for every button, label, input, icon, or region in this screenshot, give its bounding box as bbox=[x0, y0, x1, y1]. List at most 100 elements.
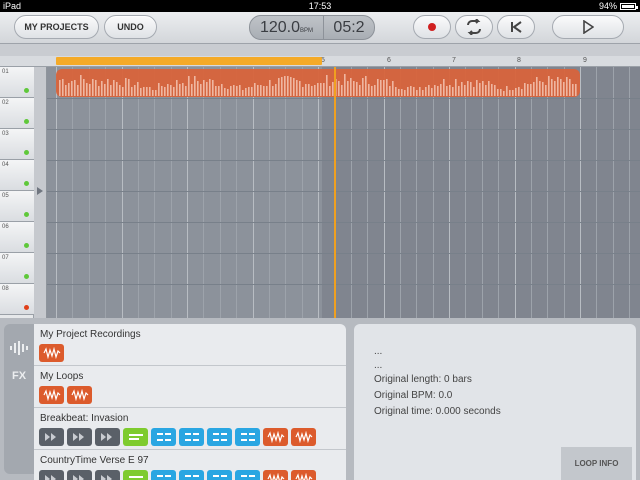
library-side-tabs: FX bbox=[4, 324, 34, 474]
grid-line bbox=[580, 67, 581, 318]
drum-icon bbox=[100, 433, 112, 441]
original-bpm: Original BPM: 0.0 bbox=[374, 390, 453, 401]
grid-line bbox=[154, 67, 155, 318]
track-header[interactable]: 05 bbox=[0, 191, 34, 222]
tempo-unit: BPM bbox=[300, 28, 314, 34]
loop-tile[interactable] bbox=[207, 428, 232, 446]
grid-line bbox=[515, 67, 516, 318]
keys-icon bbox=[184, 475, 199, 477]
track-led bbox=[24, 243, 29, 248]
grid-line bbox=[433, 67, 434, 318]
waveform-icon bbox=[59, 74, 577, 96]
bar-number: 6 bbox=[387, 57, 391, 64]
bottom-panel: FX My Project Recordings My Loops Breakb… bbox=[0, 318, 640, 480]
grid-line bbox=[482, 67, 483, 318]
section-title: Breakbeat: Invasion bbox=[40, 413, 129, 424]
battery-status: 94% bbox=[599, 0, 638, 12]
bar-number: 7 bbox=[452, 57, 456, 64]
track-area[interactable]: 01 02 03 04 05 06 07 08 bbox=[0, 67, 640, 318]
loop-button[interactable] bbox=[455, 15, 493, 39]
track-header[interactable]: 01 bbox=[0, 67, 34, 98]
clock: 17:53 bbox=[308, 1, 332, 11]
status-bar: iPad 17:53 94% bbox=[0, 0, 640, 12]
rewind-button[interactable] bbox=[497, 15, 535, 39]
library-section[interactable]: My Loops bbox=[34, 366, 346, 408]
track-number: 06 bbox=[2, 224, 9, 230]
loop-tile[interactable] bbox=[95, 470, 120, 480]
my-projects-button[interactable]: MY PROJECTS bbox=[14, 15, 99, 39]
loop-tile[interactable] bbox=[39, 344, 64, 362]
track-row-divider bbox=[47, 160, 640, 161]
loop-tile[interactable] bbox=[67, 470, 92, 480]
loop-tile[interactable] bbox=[179, 470, 204, 480]
drum-icon bbox=[72, 475, 84, 480]
library-section[interactable]: CountryTime Verse E 97 bbox=[34, 450, 346, 480]
section-title: CountryTime Verse E 97 bbox=[40, 455, 149, 466]
track-row-divider bbox=[47, 222, 640, 223]
track-header[interactable]: 04 bbox=[0, 160, 34, 191]
waveform-tab-icon bbox=[10, 341, 28, 355]
loop-tile[interactable] bbox=[39, 386, 64, 404]
grid-line bbox=[596, 67, 597, 318]
keys-icon bbox=[184, 433, 199, 441]
loop-tile[interactable] bbox=[67, 428, 92, 446]
track-row-divider bbox=[47, 191, 640, 192]
fx-tab[interactable]: FX bbox=[4, 362, 34, 390]
bar-number: 9 bbox=[583, 57, 587, 64]
track-number: 05 bbox=[2, 193, 9, 199]
grid-line bbox=[400, 67, 401, 318]
transport-display[interactable]: 120.0BPM 05:2 bbox=[249, 15, 375, 40]
loop-tile[interactable] bbox=[179, 428, 204, 446]
loop-tile[interactable] bbox=[291, 428, 316, 446]
track-header[interactable]: 02 bbox=[0, 98, 34, 129]
audio-clip[interactable] bbox=[56, 69, 580, 97]
grid-line bbox=[302, 67, 303, 318]
track-led bbox=[24, 305, 29, 310]
keys-icon bbox=[212, 433, 227, 441]
loop-tile[interactable] bbox=[39, 470, 64, 480]
grid-line bbox=[531, 67, 532, 318]
undo-button[interactable]: UNDO bbox=[104, 15, 157, 39]
loop-tile[interactable] bbox=[151, 470, 176, 480]
loop-tile[interactable] bbox=[67, 386, 92, 404]
loop-tile[interactable] bbox=[123, 428, 148, 446]
keys-icon bbox=[156, 475, 171, 477]
loop-tile[interactable] bbox=[151, 428, 176, 446]
track-header[interactable]: 06 bbox=[0, 222, 34, 253]
grid-line bbox=[564, 67, 565, 318]
audio-wave-icon bbox=[294, 473, 312, 480]
loop-tile[interactable] bbox=[235, 428, 260, 446]
track-number: 01 bbox=[2, 69, 9, 75]
track-header[interactable]: 07 bbox=[0, 253, 34, 284]
track-led bbox=[24, 150, 29, 155]
track-number: 03 bbox=[2, 131, 9, 137]
grid-line bbox=[187, 67, 188, 318]
sounds-tab[interactable] bbox=[4, 334, 34, 362]
loop-region-bar[interactable] bbox=[56, 57, 322, 65]
loop-info-tab[interactable]: LOOP INFO bbox=[561, 447, 632, 480]
tempo-display[interactable]: 120.0BPM bbox=[250, 16, 324, 39]
record-button[interactable] bbox=[413, 15, 451, 39]
track-headers: 01 02 03 04 05 06 07 08 bbox=[0, 67, 34, 318]
audio-wave-icon bbox=[42, 389, 60, 401]
track-header[interactable]: 08 bbox=[0, 284, 34, 315]
loop-tile[interactable] bbox=[207, 470, 232, 480]
grid-line bbox=[547, 67, 548, 318]
loop-tile[interactable] bbox=[235, 470, 260, 480]
playhead[interactable] bbox=[334, 67, 336, 318]
library-section[interactable]: My Project Recordings bbox=[34, 324, 346, 366]
grid-line bbox=[220, 67, 221, 318]
tile-row bbox=[39, 428, 316, 446]
play-button[interactable] bbox=[552, 15, 624, 39]
loop-tile[interactable] bbox=[263, 428, 288, 446]
loop-tile[interactable] bbox=[95, 428, 120, 446]
loop-tile[interactable] bbox=[39, 428, 64, 446]
loop-tile[interactable] bbox=[263, 470, 288, 480]
loop-tile[interactable] bbox=[123, 470, 148, 480]
library-section[interactable]: Breakbeat: Invasion bbox=[34, 408, 346, 450]
loop-library[interactable]: My Project Recordings My Loops Breakbeat… bbox=[34, 324, 346, 480]
loop-tile[interactable] bbox=[291, 470, 316, 480]
track-expand-strip[interactable] bbox=[34, 67, 47, 318]
track-led bbox=[24, 274, 29, 279]
track-header[interactable]: 03 bbox=[0, 129, 34, 160]
